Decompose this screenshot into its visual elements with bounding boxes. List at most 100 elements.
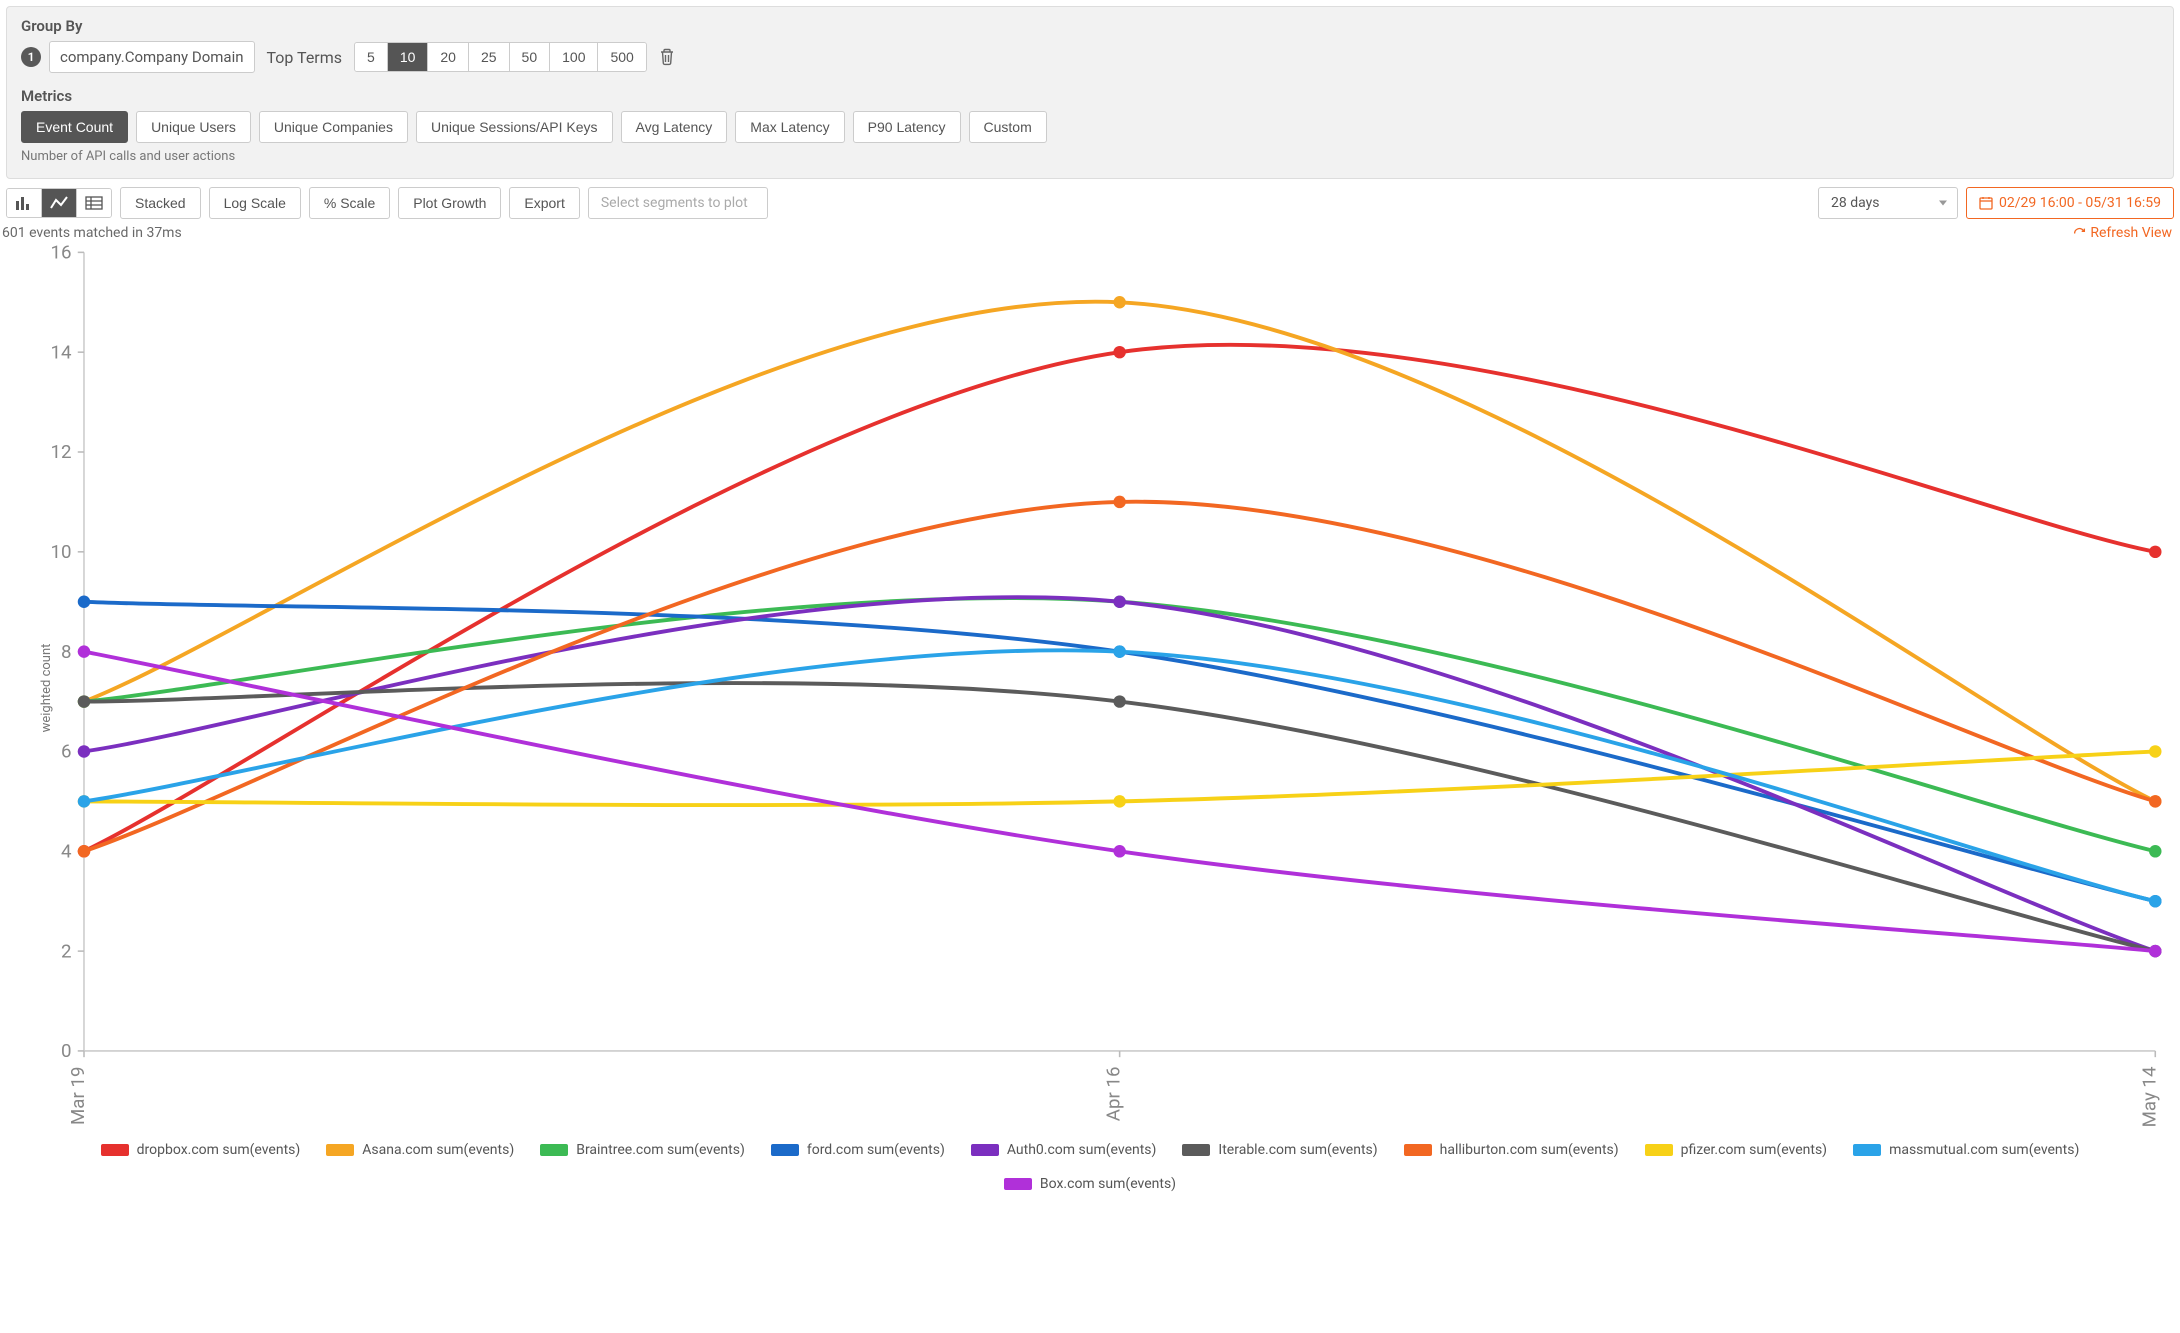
series-line [84,598,2155,851]
series-point[interactable] [1113,346,1125,358]
legend-swatch [101,1144,129,1156]
metric-option-unique-companies[interactable]: Unique Companies [259,111,408,143]
series-point[interactable] [78,695,90,707]
date-range-button[interactable]: 02/29 16:00 - 05/31 16:59 [1966,187,2174,219]
y-axis-label: weighted count [39,643,54,732]
calendar-icon [1979,196,1993,210]
x-tick-label: Apr 16 [1103,1067,1125,1122]
metrics-label: Metrics [21,87,2159,105]
series-point[interactable] [78,845,90,857]
view-mode-line[interactable] [42,189,77,217]
view-mode-bar[interactable] [7,189,42,217]
series-point[interactable] [2149,945,2161,957]
legend-label: Auth0.com sum(events) [1007,1142,1157,1158]
series-point[interactable] [78,745,90,757]
legend-swatch [1404,1144,1432,1156]
x-tick-label: May 14 [2138,1066,2160,1127]
y-tick-label: 10 [50,541,71,563]
legend-item[interactable]: dropbox.com sum(events) [101,1142,301,1158]
series-point[interactable] [2149,745,2161,757]
series-point[interactable] [78,595,90,607]
series-point[interactable] [2149,845,2161,857]
plot-growth-button[interactable]: Plot Growth [398,187,501,219]
chart-legend: dropbox.com sum(events) Asana.com sum(eve… [0,1132,2180,1204]
y-tick-label: 16 [50,243,71,264]
metric-option-custom[interactable]: Custom [969,111,1047,143]
legend-item[interactable]: ford.com sum(events) [771,1142,945,1158]
series-point[interactable] [1113,845,1125,857]
legend-label: halliburton.com sum(events) [1440,1142,1619,1158]
y-tick-label: 0 [61,1040,72,1062]
metric-option-p90-latency[interactable]: P90 Latency [853,111,961,143]
top-terms-option-5[interactable]: 5 [355,43,388,71]
view-mode-table[interactable] [77,189,111,217]
metric-option-unique-sessions-api-keys[interactable]: Unique Sessions/API Keys [416,111,613,143]
top-terms-option-25[interactable]: 25 [469,43,510,71]
legend-item[interactable]: Box.com sum(events) [1004,1176,1176,1192]
series-point[interactable] [1113,695,1125,707]
legend-item[interactable]: halliburton.com sum(events) [1404,1142,1619,1158]
y-tick-label: 12 [50,441,71,463]
toolbar-left: Stacked Log Scale % Scale Plot Growth Ex… [6,187,768,219]
top-terms-option-50[interactable]: 50 [510,43,551,71]
legend-swatch [771,1144,799,1156]
legend-swatch [1182,1144,1210,1156]
top-terms-option-500[interactable]: 500 [598,43,645,71]
status-row: 601 events matched in 37ms Refresh View [0,223,2180,243]
series-point[interactable] [1113,296,1125,308]
trash-icon [659,48,675,66]
legend-item[interactable]: Braintree.com sum(events) [540,1142,745,1158]
log-scale-button[interactable]: Log Scale [209,187,301,219]
chart-area: weighted count 0246810121416Mar 19Apr 16… [0,243,2180,1132]
segments-input[interactable]: Select segments to plot [588,187,768,219]
series-point[interactable] [1113,795,1125,807]
legend-item[interactable]: massmutual.com sum(events) [1853,1142,2079,1158]
refresh-view-label: Refresh View [2090,225,2172,241]
group-by-label: Group By [21,17,2159,35]
metric-option-unique-users[interactable]: Unique Users [136,111,251,143]
legend-swatch [540,1144,568,1156]
legend-item[interactable]: Iterable.com sum(events) [1182,1142,1377,1158]
legend-item[interactable]: Asana.com sum(events) [326,1142,514,1158]
metric-option-avg-latency[interactable]: Avg Latency [621,111,728,143]
series-point[interactable] [78,645,90,657]
line-chart: 0246810121416Mar 19Apr 16May 14 [6,243,2174,1132]
y-tick-label: 14 [50,341,72,363]
refresh-icon [2073,227,2086,240]
date-range-text: 02/29 16:00 - 05/31 16:59 [1999,195,2161,211]
series-point[interactable] [1113,645,1125,657]
export-button[interactable]: Export [509,187,579,219]
series-point[interactable] [2149,895,2161,907]
top-terms-option-20[interactable]: 20 [428,43,469,71]
legend-label: pfizer.com sum(events) [1681,1142,1827,1158]
metrics-section: Metrics Event CountUnique UsersUnique Co… [21,87,2159,164]
y-tick-label: 6 [61,741,72,763]
y-tick-label: 8 [61,641,72,663]
refresh-view-link[interactable]: Refresh View [2073,225,2172,241]
series-point[interactable] [2149,546,2161,558]
series-point[interactable] [2149,795,2161,807]
legend-item[interactable]: pfizer.com sum(events) [1645,1142,1827,1158]
stacked-button[interactable]: Stacked [120,187,201,219]
series-point[interactable] [1113,595,1125,607]
delete-group-button[interactable] [655,44,679,70]
metric-option-event-count[interactable]: Event Count [21,111,128,143]
legend-item[interactable]: Auth0.com sum(events) [971,1142,1157,1158]
period-select[interactable]: 28 days [1818,187,1958,219]
config-panel: Group By 1 company.Company Domain Top Te… [6,6,2174,179]
legend-label: massmutual.com sum(events) [1889,1142,2079,1158]
legend-swatch [1004,1178,1032,1190]
line-chart-icon [50,195,68,211]
legend-swatch [326,1144,354,1156]
top-terms-option-10[interactable]: 10 [388,43,429,71]
metric-option-max-latency[interactable]: Max Latency [735,111,844,143]
chart-toolbar: Stacked Log Scale % Scale Plot Growth Ex… [0,179,2180,223]
pct-scale-button[interactable]: % Scale [309,187,390,219]
y-tick-label: 2 [61,940,72,962]
group-by-field-input[interactable]: company.Company Domain [49,41,255,73]
series-point[interactable] [1113,496,1125,508]
metrics-helper-text: Number of API calls and user actions [21,149,2159,164]
series-point[interactable] [78,795,90,807]
top-terms-option-100[interactable]: 100 [550,43,598,71]
x-tick-label: Mar 19 [67,1067,89,1126]
